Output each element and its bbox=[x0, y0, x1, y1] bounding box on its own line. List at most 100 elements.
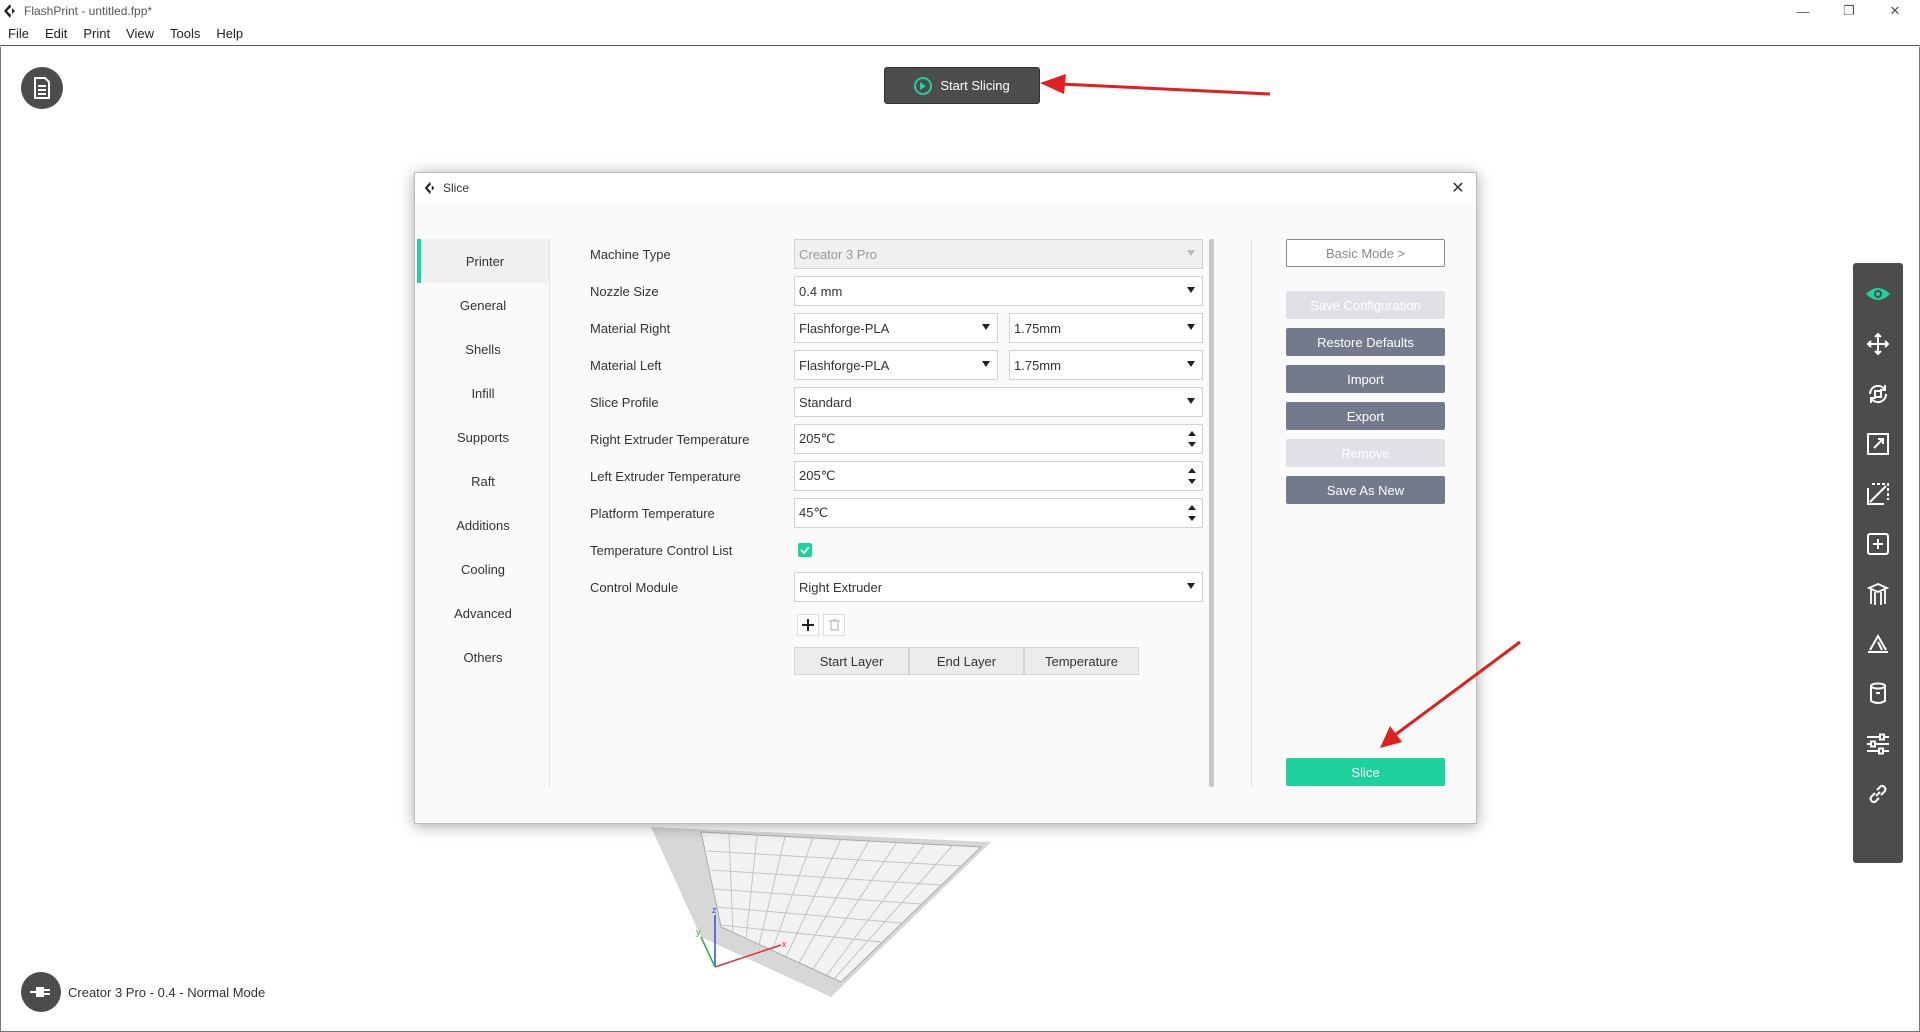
start-slicing-label: Start Slicing bbox=[940, 78, 1010, 93]
play-icon bbox=[914, 76, 933, 95]
slice-button[interactable]: Slice bbox=[1286, 758, 1445, 786]
control-module-label: Control Module bbox=[590, 579, 679, 595]
connection-button[interactable] bbox=[21, 972, 61, 1012]
menu-view[interactable]: View bbox=[118, 23, 162, 45]
nozzle-size-select[interactable]: 0.4 mm bbox=[794, 276, 1203, 306]
view-button[interactable] bbox=[1853, 269, 1903, 319]
flashprint-logo-icon bbox=[424, 181, 435, 195]
right-extruder-temp-spinbox[interactable]: 205℃ bbox=[794, 424, 1203, 454]
restore-defaults-button[interactable]: Restore Defaults bbox=[1286, 328, 1445, 356]
material-right-diameter-select[interactable]: 1.75mm bbox=[1009, 313, 1203, 343]
settings-button[interactable] bbox=[1853, 719, 1903, 769]
tab-printer[interactable]: Printer bbox=[417, 239, 549, 283]
add-model-icon bbox=[1867, 533, 1889, 555]
platform-temp-label: Platform Temperature bbox=[590, 505, 715, 521]
tab-additions[interactable]: Additions bbox=[417, 503, 549, 547]
control-module-value: Right Extruder bbox=[799, 579, 883, 595]
temp-control-list-checkbox[interactable] bbox=[798, 543, 812, 557]
slice-profile-row: Slice Profile Standard bbox=[590, 387, 1230, 417]
dialog-close-button[interactable]: ✕ bbox=[1448, 178, 1468, 198]
document-button[interactable] bbox=[21, 67, 63, 109]
material-right-select[interactable]: Flashforge-PLA bbox=[794, 313, 998, 343]
dialog-title: Slice bbox=[443, 181, 470, 195]
machine-type-select: Creator 3 Pro bbox=[794, 239, 1203, 269]
rotate-button[interactable] bbox=[1853, 369, 1903, 419]
platform-temp-spinbox[interactable]: 45℃ bbox=[794, 498, 1203, 528]
end-layer-header[interactable]: End Layer bbox=[909, 647, 1024, 675]
start-slicing-button[interactable]: Start Slicing bbox=[884, 67, 1040, 104]
tab-advanced[interactable]: Advanced bbox=[417, 591, 549, 635]
material-left-select[interactable]: Flashforge-PLA bbox=[794, 350, 998, 380]
dialog-header: Slice bbox=[415, 173, 1476, 203]
temperature-header[interactable]: Temperature bbox=[1024, 647, 1139, 675]
slice-profile-select[interactable]: Standard bbox=[794, 387, 1203, 417]
save-as-new-button[interactable]: Save As New bbox=[1286, 476, 1445, 504]
close-window-button[interactable]: ✕ bbox=[1872, 0, 1918, 22]
move-button[interactable] bbox=[1853, 319, 1903, 369]
tab-raft[interactable]: Raft bbox=[417, 459, 549, 503]
menu-print[interactable]: Print bbox=[75, 23, 118, 45]
spinner-arrows-icon[interactable] bbox=[1188, 431, 1196, 447]
menu-edit[interactable]: Edit bbox=[37, 23, 75, 45]
chevron-down-icon bbox=[1187, 361, 1195, 367]
minimize-button[interactable]: — bbox=[1780, 0, 1826, 22]
tab-cooling[interactable]: Cooling bbox=[417, 547, 549, 591]
window-title: FlashPrint - untitled.fpp* bbox=[24, 4, 153, 18]
temperature-table: Start Layer End Layer Temperature bbox=[794, 647, 1139, 675]
delete-row-button[interactable] bbox=[823, 614, 845, 636]
platform-temp-row: Platform Temperature 45℃ bbox=[590, 498, 1230, 528]
nozzle-size-label: Nozzle Size bbox=[590, 283, 659, 299]
basic-mode-button[interactable]: Basic Mode > bbox=[1286, 239, 1445, 267]
extruder-icon bbox=[1870, 682, 1886, 704]
right-extruder-temp-row: Right Extruder Temperature 205℃ bbox=[590, 424, 1230, 454]
form-scrollbar[interactable] bbox=[1209, 239, 1214, 787]
export-button[interactable]: Export bbox=[1286, 402, 1445, 430]
machine-type-label: Machine Type bbox=[590, 246, 671, 262]
machine-type-value: Creator 3 Pro bbox=[799, 246, 878, 262]
divider bbox=[1251, 239, 1252, 787]
restore-button[interactable]: ❐ bbox=[1826, 0, 1872, 22]
spinner-arrows-icon[interactable] bbox=[1188, 505, 1196, 521]
tab-infill[interactable]: Infill bbox=[417, 371, 549, 415]
tab-shells[interactable]: Shells bbox=[417, 327, 549, 371]
link-button[interactable] bbox=[1853, 769, 1903, 819]
control-module-select[interactable]: Right Extruder bbox=[794, 572, 1203, 602]
menu-file[interactable]: File bbox=[0, 23, 37, 45]
import-button[interactable]: Import bbox=[1286, 365, 1445, 393]
left-extruder-temp-spinbox[interactable]: 205℃ bbox=[794, 461, 1203, 491]
plus-icon bbox=[802, 619, 814, 631]
left-extruder-temp-row: Left Extruder Temperature 205℃ bbox=[590, 461, 1230, 491]
tab-general[interactable]: General bbox=[417, 283, 549, 327]
chevron-down-icon bbox=[1187, 324, 1195, 330]
tab-supports[interactable]: Supports bbox=[417, 415, 549, 459]
support-button[interactable] bbox=[1853, 569, 1903, 619]
cut-icon bbox=[1867, 483, 1889, 505]
chevron-down-icon bbox=[1187, 583, 1195, 589]
leveling-button[interactable] bbox=[1853, 619, 1903, 669]
material-left-row: Material Left Flashforge-PLA 1.75mm bbox=[590, 350, 1230, 380]
menu-tools[interactable]: Tools bbox=[162, 23, 208, 45]
tab-others[interactable]: Others bbox=[417, 635, 549, 679]
material-left-diameter-select[interactable]: 1.75mm bbox=[1009, 350, 1203, 380]
y-axis-label: y bbox=[696, 927, 701, 937]
material-right-value: Flashforge-PLA bbox=[799, 320, 890, 336]
start-layer-header[interactable]: Start Layer bbox=[794, 647, 909, 675]
temp-control-list-label: Temperature Control List bbox=[590, 542, 733, 558]
left-extruder-temp-value: 205℃ bbox=[799, 468, 836, 483]
cut-button[interactable] bbox=[1853, 469, 1903, 519]
menu-help[interactable]: Help bbox=[208, 23, 251, 45]
x-axis-label: x bbox=[782, 939, 787, 949]
material-right-row: Material Right Flashforge-PLA 1.75mm bbox=[590, 313, 1230, 343]
right-extruder-temp-label: Right Extruder Temperature bbox=[590, 431, 750, 447]
spinner-arrows-icon[interactable] bbox=[1188, 468, 1196, 484]
link-icon bbox=[1869, 784, 1887, 804]
scale-button[interactable] bbox=[1853, 419, 1903, 469]
slice-profile-value: Standard bbox=[799, 394, 852, 410]
extruder-button[interactable] bbox=[1853, 669, 1903, 719]
scale-icon bbox=[1867, 433, 1889, 455]
nozzle-size-value: 0.4 mm bbox=[799, 283, 843, 299]
remove-button: Remove bbox=[1286, 439, 1445, 467]
add-model-button[interactable] bbox=[1853, 519, 1903, 569]
material-right-diameter-value: 1.75mm bbox=[1014, 320, 1061, 336]
add-row-button[interactable] bbox=[797, 614, 819, 636]
